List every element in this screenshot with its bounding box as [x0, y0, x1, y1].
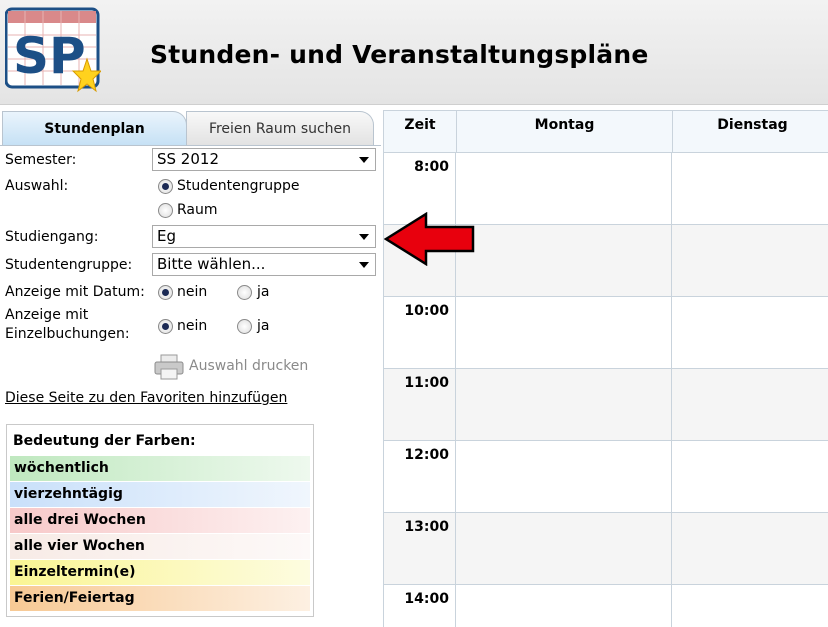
schedule-cell[interactable]	[672, 441, 828, 513]
add-favorites-link[interactable]: Diese Seite zu den Favoriten hinzufügen	[5, 390, 287, 406]
legend-item-woechentlich: wöchentlich	[10, 456, 310, 481]
schedule-cell[interactable]	[456, 297, 672, 369]
print-button-label: Auswahl drucken	[189, 358, 309, 374]
legend-item-alle-drei-wochen: alle drei Wochen	[10, 508, 310, 533]
radio-raum[interactable]	[158, 203, 173, 218]
color-legend: Bedeutung der Farben: wöchentlich vierze…	[6, 424, 314, 617]
legend-item-alle-vier-wochen: alle vier Wochen	[10, 534, 310, 559]
chevron-down-icon	[359, 234, 369, 240]
schedule-cell[interactable]	[456, 513, 672, 585]
chevron-down-icon	[359, 157, 369, 163]
schedule-cell[interactable]	[672, 225, 828, 297]
schedule-grid: Zeit Montag Dienstag 8:00 10:00 11:00 12…	[383, 110, 828, 627]
tab-bar: Stundenplan Freien Raum suchen	[0, 111, 381, 146]
red-arrow-icon	[384, 212, 475, 266]
time-row: 14:00	[384, 585, 828, 627]
time-label: 13:00	[384, 513, 456, 585]
radio-datum-ja[interactable]	[237, 285, 252, 300]
radio-raum-label: Raum	[177, 202, 218, 218]
anzeige-datum-label: Anzeige mit Datum:	[5, 284, 145, 300]
studentengruppe-label: Studentengruppe:	[5, 257, 133, 273]
studentengruppe-select[interactable]: Bitte wählen...	[152, 253, 376, 276]
time-label: 12:00	[384, 441, 456, 513]
schedule-cell[interactable]	[456, 585, 672, 627]
time-row: 13:00	[384, 513, 828, 585]
radio-einzel-ja[interactable]	[237, 319, 252, 334]
radio-studentengruppe[interactable]	[158, 179, 173, 194]
schedule-cell[interactable]	[456, 153, 672, 225]
left-panel: Stundenplan Freien Raum suchen Semester:…	[0, 105, 381, 627]
time-row: 10:00	[384, 297, 828, 369]
time-row: 11:00	[384, 369, 828, 441]
column-header-zeit: Zeit	[384, 111, 457, 153]
radio-datum-nein-label: nein	[177, 284, 208, 300]
studiengang-label: Studiengang:	[5, 229, 99, 245]
schedule-cell[interactable]	[456, 441, 672, 513]
semester-value: SS 2012	[157, 150, 219, 168]
chevron-down-icon	[359, 262, 369, 268]
column-header-montag: Montag	[457, 111, 673, 153]
time-label: 11:00	[384, 369, 456, 441]
radio-einzel-ja-label: ja	[257, 318, 270, 334]
semester-select[interactable]: SS 2012	[152, 148, 376, 171]
auswahl-label: Auswahl:	[5, 178, 69, 194]
page-header: SP Stunden- und Veranstaltungspläne	[0, 0, 828, 105]
time-label: 10:00	[384, 297, 456, 369]
schedule-cell[interactable]	[672, 369, 828, 441]
studentengruppe-value: Bitte wählen...	[157, 255, 266, 273]
tab-stundenplan[interactable]: Stundenplan	[2, 111, 187, 145]
printer-icon	[154, 354, 184, 380]
radio-datum-ja-label: ja	[257, 284, 270, 300]
schedule-cell[interactable]	[672, 585, 828, 627]
time-row: 12:00	[384, 441, 828, 513]
studiengang-value: Eg	[157, 227, 176, 245]
column-header-dienstag: Dienstag	[673, 111, 828, 153]
page-title: Stunden- und Veranstaltungspläne	[150, 40, 649, 69]
radio-studentengruppe-label: Studentengruppe	[177, 178, 300, 194]
tab-freien-raum-suchen[interactable]: Freien Raum suchen	[186, 111, 374, 145]
svg-text:SP: SP	[13, 27, 86, 85]
legend-item-einzeltermine: Einzeltermin(e)	[10, 560, 310, 585]
time-label: 14:00	[384, 585, 456, 627]
schedule-cell[interactable]	[672, 153, 828, 225]
anzeige-einzel-label-line1: Anzeige mit	[5, 307, 89, 323]
radio-einzel-nein[interactable]	[158, 319, 173, 334]
schedule-cell[interactable]	[672, 513, 828, 585]
schedule-cell[interactable]	[456, 225, 672, 297]
sp-logo-icon: SP	[5, 7, 101, 93]
schedule-cell[interactable]	[456, 369, 672, 441]
studiengang-select[interactable]: Eg	[152, 225, 376, 248]
anzeige-einzel-label-line2: Einzelbuchungen:	[5, 326, 130, 342]
print-button[interactable]: Auswahl drucken	[154, 354, 324, 380]
semester-label: Semester:	[5, 152, 77, 168]
radio-datum-nein[interactable]	[158, 285, 173, 300]
radio-einzel-nein-label: nein	[177, 318, 208, 334]
legend-title: Bedeutung der Farben:	[13, 433, 196, 449]
legend-item-vierzehntaegig: vierzehntägig	[10, 482, 310, 507]
schedule-cell[interactable]	[672, 297, 828, 369]
legend-item-ferien-feiertag: Ferien/Feiertag	[10, 586, 310, 611]
